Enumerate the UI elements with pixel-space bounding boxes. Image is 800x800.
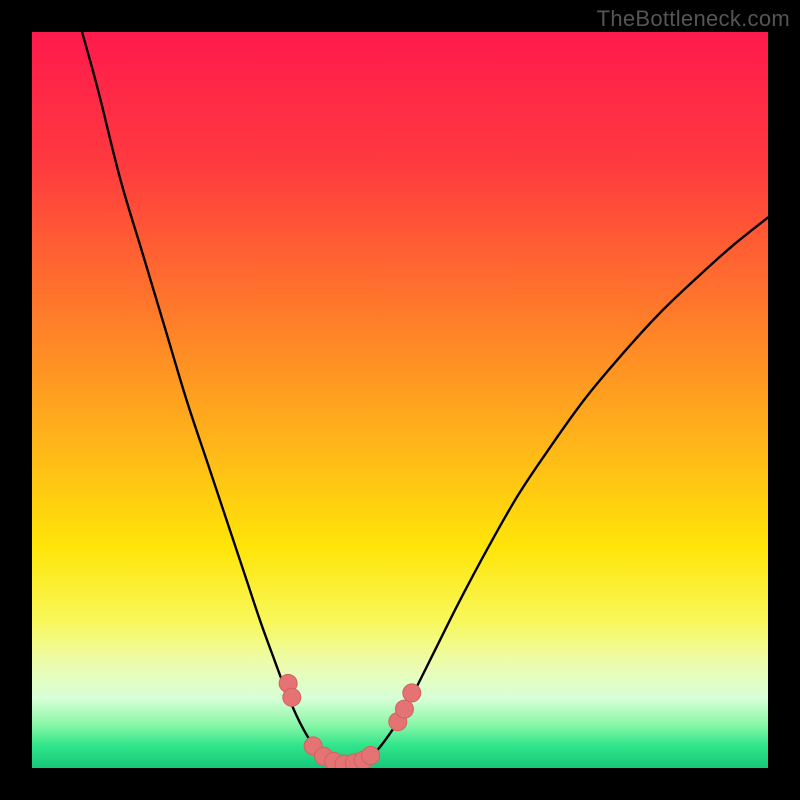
curve-marker <box>395 700 413 718</box>
chart-frame: TheBottleneck.com <box>0 0 800 800</box>
curve-marker <box>283 688 301 706</box>
watermark-text: TheBottleneck.com <box>597 6 790 32</box>
curve-marker <box>403 684 421 702</box>
chart-background <box>32 32 768 768</box>
chart-svg <box>32 32 768 768</box>
chart-plot-area <box>32 32 768 768</box>
curve-marker <box>362 746 380 764</box>
